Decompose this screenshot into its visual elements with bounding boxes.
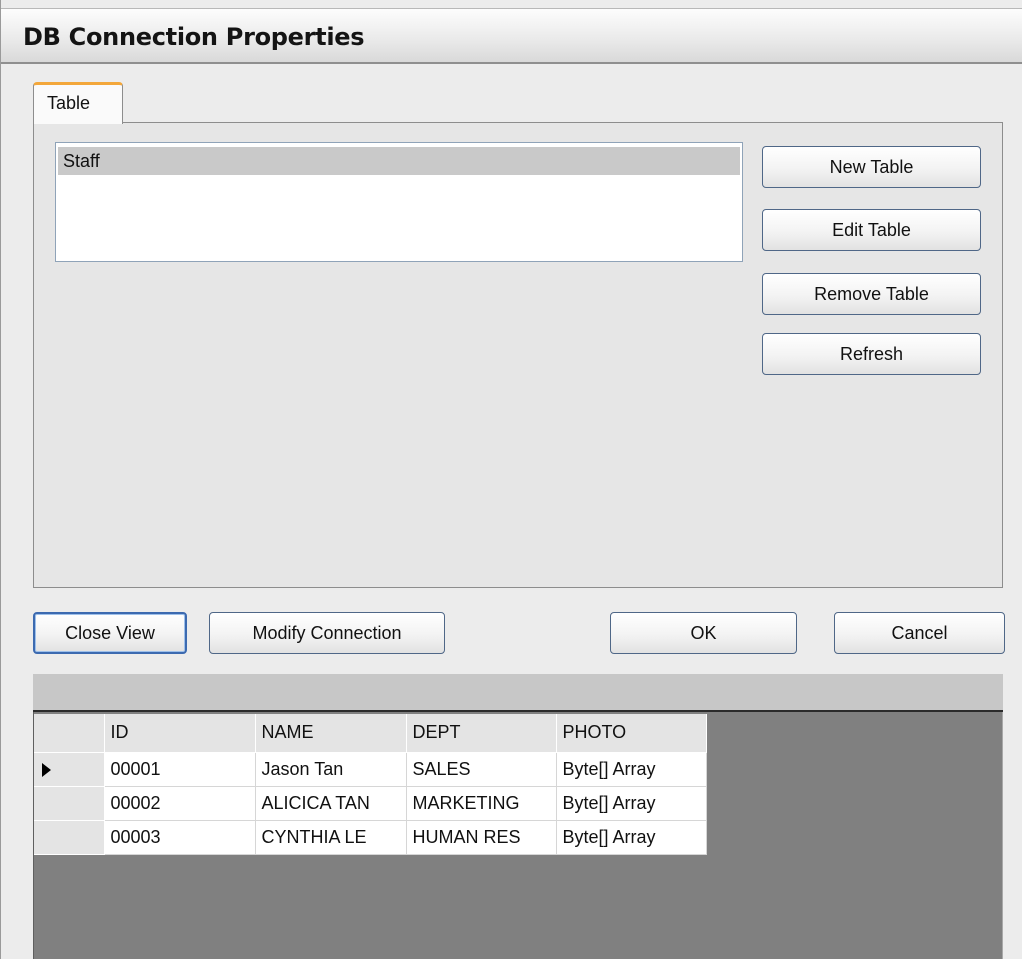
cell-photo[interactable]: Byte[] Array xyxy=(556,752,707,787)
grid-corner-header[interactable] xyxy=(34,714,105,753)
column-header-id[interactable]: ID xyxy=(104,714,256,753)
grid-header-row: ID NAME DEPT PHOTO xyxy=(34,714,707,753)
row-header[interactable] xyxy=(34,820,105,855)
cell-id[interactable]: 00002 xyxy=(104,786,256,821)
cell-dept[interactable]: MARKETING xyxy=(406,786,557,821)
dialog-window: DB Connection Properties Table Staff New… xyxy=(0,0,1022,959)
cell-photo[interactable]: Byte[] Array xyxy=(556,820,707,855)
table-row[interactable]: 00003 CYNTHIA LE HUMAN RES Byte[] Array xyxy=(34,820,707,855)
cell-dept[interactable]: SALES xyxy=(406,752,557,787)
column-header-dept[interactable]: DEPT xyxy=(406,714,557,753)
close-view-button[interactable]: Close View xyxy=(33,612,187,654)
cell-name[interactable]: Jason Tan xyxy=(255,752,407,787)
tab-table[interactable]: Table xyxy=(33,82,123,124)
row-header[interactable] xyxy=(34,786,105,821)
cell-dept[interactable]: HUMAN RES xyxy=(406,820,557,855)
cell-id[interactable]: 00001 xyxy=(104,752,256,787)
remove-table-button[interactable]: Remove Table xyxy=(762,273,981,315)
refresh-button[interactable]: Refresh xyxy=(762,333,981,375)
cell-photo[interactable]: Byte[] Array xyxy=(556,786,707,821)
cell-name[interactable]: ALICICA TAN xyxy=(255,786,407,821)
cancel-button[interactable]: Cancel xyxy=(834,612,1005,654)
window-title: DB Connection Properties xyxy=(23,23,365,51)
cell-id[interactable]: 00003 xyxy=(104,820,256,855)
modify-connection-button[interactable]: Modify Connection xyxy=(209,612,445,654)
cell-name[interactable]: CYNTHIA LE xyxy=(255,820,407,855)
column-header-photo[interactable]: PHOTO xyxy=(556,714,707,753)
column-header-name[interactable]: NAME xyxy=(255,714,407,753)
new-table-button[interactable]: New Table xyxy=(762,146,981,188)
table-list[interactable]: Staff xyxy=(55,142,743,262)
data-grid-table[interactable]: ID NAME DEPT PHOTO 00001 Jason Tan SALES… xyxy=(34,714,707,855)
table-row[interactable]: 00002 ALICICA TAN MARKETING Byte[] Array xyxy=(34,786,707,821)
row-header[interactable] xyxy=(34,752,105,787)
ok-button[interactable]: OK xyxy=(610,612,797,654)
current-row-indicator-icon xyxy=(42,762,51,777)
tab-table-label: Table xyxy=(47,93,91,113)
edit-table-button[interactable]: Edit Table xyxy=(762,209,981,251)
title-bar[interactable]: DB Connection Properties xyxy=(1,8,1022,64)
data-grid-caption xyxy=(33,674,1003,712)
table-row[interactable]: 00001 Jason Tan SALES Byte[] Array xyxy=(34,752,707,787)
table-list-item-staff[interactable]: Staff xyxy=(58,147,740,175)
